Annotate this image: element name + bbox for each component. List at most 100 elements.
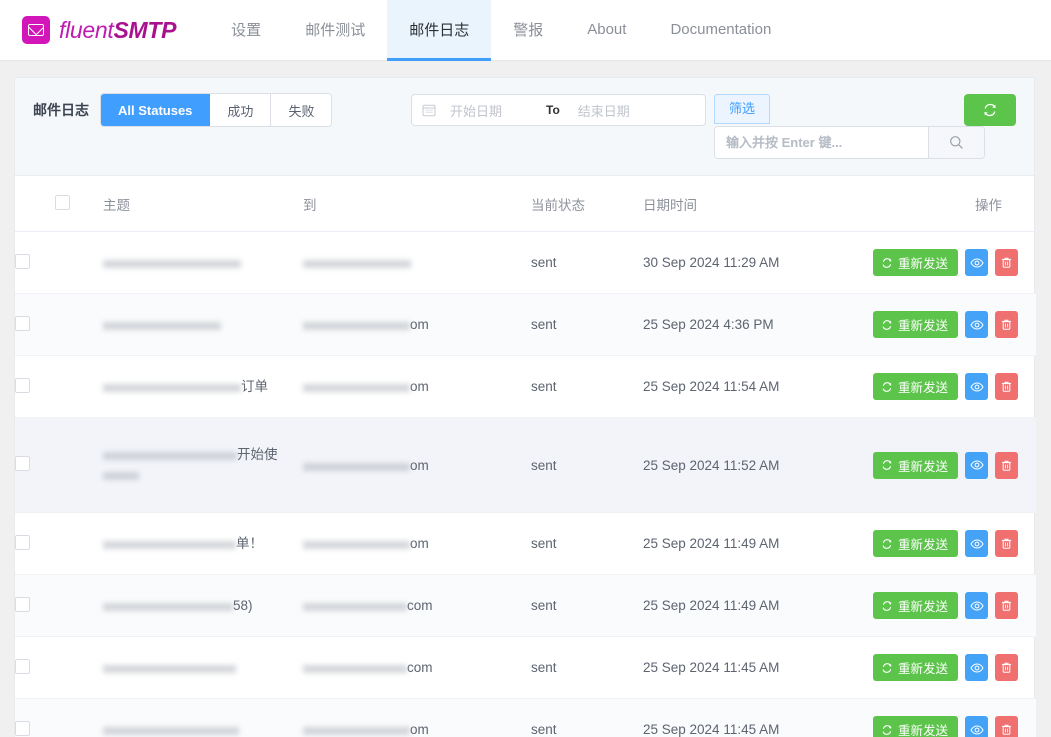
table-row[interactable]: comsent25 Sep 2024 11:45 AM重新发送 bbox=[15, 637, 1036, 699]
nav-item-documentation[interactable]: Documentation bbox=[648, 0, 793, 61]
status-filter-failed[interactable]: 失败 bbox=[271, 94, 331, 126]
select-all-checkbox[interactable] bbox=[55, 195, 70, 210]
resend-label: 重新发送 bbox=[898, 377, 948, 396]
view-button[interactable] bbox=[965, 716, 988, 737]
row-select-cell bbox=[15, 699, 103, 737]
row-select-cell bbox=[15, 637, 103, 699]
cell-to: om bbox=[303, 418, 531, 513]
header-status[interactable]: 当前状态 bbox=[531, 176, 643, 232]
status-filter-all[interactable]: All Statuses bbox=[101, 94, 210, 126]
refresh-icon bbox=[881, 724, 893, 736]
resend-button[interactable]: 重新发送 bbox=[873, 452, 958, 479]
row-checkbox[interactable] bbox=[15, 254, 30, 269]
table-head: 主题 到 当前状态 日期时间 操作 bbox=[15, 176, 1036, 232]
resend-label: 重新发送 bbox=[898, 720, 948, 737]
delete-button[interactable] bbox=[995, 530, 1018, 557]
resend-button[interactable]: 重新发送 bbox=[873, 654, 958, 681]
row-checkbox[interactable] bbox=[15, 535, 30, 550]
header-to[interactable]: 到 bbox=[303, 176, 531, 232]
resend-button[interactable]: 重新发送 bbox=[873, 592, 958, 619]
subject-visible-text: 开始使 bbox=[237, 447, 278, 462]
cell-status: sent bbox=[531, 575, 643, 637]
row-checkbox[interactable] bbox=[15, 456, 30, 471]
brand-name-light: fluent bbox=[59, 17, 113, 43]
nav-item-email-test[interactable]: 邮件测试 bbox=[283, 0, 387, 61]
cell-datetime: 25 Sep 2024 11:45 AM bbox=[643, 699, 873, 737]
delete-button[interactable] bbox=[995, 249, 1018, 276]
status-filter-success[interactable]: 成功 bbox=[210, 94, 271, 126]
nav-label: 邮件日志 bbox=[409, 19, 469, 40]
table-row[interactable]: omsent25 Sep 2024 11:45 AM 重新发送 bbox=[15, 699, 1036, 737]
nav-label: About bbox=[587, 21, 626, 38]
cell-status: sent bbox=[531, 699, 643, 737]
nav-item-email-logs[interactable]: 邮件日志 bbox=[387, 0, 491, 61]
cell-datetime: 30 Sep 2024 11:29 AM bbox=[643, 232, 873, 294]
row-checkbox[interactable] bbox=[15, 316, 30, 331]
view-button[interactable] bbox=[965, 249, 988, 276]
trash-icon bbox=[1000, 459, 1013, 472]
delete-button[interactable] bbox=[995, 452, 1018, 479]
recipient-visible-text: om bbox=[410, 379, 429, 394]
subject-visible-text: 58) bbox=[233, 598, 253, 613]
row-checkbox[interactable] bbox=[15, 721, 30, 736]
resend-button[interactable]: 重新发送 bbox=[873, 716, 958, 737]
table-row[interactable]: 订单 omsent25 Sep 2024 11:54 AM重新发送 bbox=[15, 356, 1036, 418]
cell-datetime: 25 Sep 2024 4:36 PM bbox=[643, 294, 873, 356]
subject-redacted bbox=[103, 599, 233, 612]
row-checkbox[interactable] bbox=[15, 378, 30, 393]
table-row[interactable]: sent 30 Sep 2024 11:29 AM重新发送 bbox=[15, 232, 1036, 294]
delete-button[interactable] bbox=[995, 311, 1018, 338]
row-select-cell bbox=[15, 418, 103, 513]
view-button[interactable] bbox=[965, 530, 988, 557]
cell-actions: 重新发送 bbox=[873, 232, 1036, 294]
status-filter-group: All Statuses 成功 失败 bbox=[101, 94, 331, 126]
search-box[interactable] bbox=[714, 126, 985, 159]
delete-button[interactable] bbox=[995, 373, 1018, 400]
search-submit-button[interactable] bbox=[928, 127, 984, 158]
refresh-logs-button[interactable] bbox=[964, 94, 1016, 126]
search-input[interactable] bbox=[715, 127, 928, 158]
delete-button[interactable] bbox=[995, 592, 1018, 619]
header-datetime[interactable]: 日期时间 bbox=[643, 176, 873, 232]
trash-icon bbox=[1000, 661, 1013, 674]
cell-status: sent bbox=[531, 513, 643, 575]
status-badge: sent bbox=[531, 536, 557, 551]
table-row[interactable]: omsent25 Sep 2024 4:36 PM重新发送 bbox=[15, 294, 1036, 356]
view-button[interactable] bbox=[965, 452, 988, 479]
view-button[interactable] bbox=[965, 654, 988, 681]
brand-logo[interactable]: fluentSMTP bbox=[0, 0, 176, 60]
resend-button[interactable]: 重新发送 bbox=[873, 311, 958, 338]
cell-to: om bbox=[303, 699, 531, 737]
view-button[interactable] bbox=[965, 373, 988, 400]
cell-to: om bbox=[303, 513, 531, 575]
nav-item-about[interactable]: About bbox=[565, 0, 648, 61]
cell-subject: 订单 bbox=[103, 356, 303, 418]
end-date-input[interactable]: 结束日期 bbox=[578, 101, 630, 120]
date-range-picker[interactable]: 开始日期 To 结束日期 bbox=[411, 94, 706, 126]
nav-item-settings[interactable]: 设置 bbox=[209, 0, 283, 61]
refresh-icon bbox=[881, 662, 893, 674]
refresh-icon bbox=[881, 381, 893, 393]
table-row[interactable]: 58) comsent25 Sep 2024 11:49 AM重新发送 bbox=[15, 575, 1036, 637]
filter-button[interactable]: 筛选 bbox=[714, 94, 770, 124]
recipient-visible-text: com bbox=[407, 598, 433, 613]
delete-button[interactable] bbox=[995, 654, 1018, 681]
status-badge: sent bbox=[531, 255, 557, 270]
view-button[interactable] bbox=[965, 311, 988, 338]
delete-button[interactable] bbox=[995, 716, 1018, 737]
row-checkbox[interactable] bbox=[15, 597, 30, 612]
cell-datetime: 25 Sep 2024 11:45 AM bbox=[643, 637, 873, 699]
resend-label: 重新发送 bbox=[898, 658, 948, 677]
row-checkbox[interactable] bbox=[15, 659, 30, 674]
header-subject[interactable]: 主题 bbox=[103, 176, 303, 232]
resend-button[interactable]: 重新发送 bbox=[873, 530, 958, 557]
start-date-input[interactable]: 开始日期 bbox=[450, 101, 528, 120]
subject-redacted bbox=[103, 661, 236, 674]
recipient-visible-text: om bbox=[410, 458, 429, 473]
table-row[interactable]: 单！ omsent25 Sep 2024 11:49 AM重新发送 bbox=[15, 513, 1036, 575]
view-button[interactable] bbox=[965, 592, 988, 619]
resend-button[interactable]: 重新发送 bbox=[873, 373, 958, 400]
table-row[interactable]: 开始使 omsent25 Sep 2024 11:52 AM重新发送 bbox=[15, 418, 1036, 513]
nav-item-alerts[interactable]: 警报 bbox=[491, 0, 565, 61]
resend-button[interactable]: 重新发送 bbox=[873, 249, 958, 276]
